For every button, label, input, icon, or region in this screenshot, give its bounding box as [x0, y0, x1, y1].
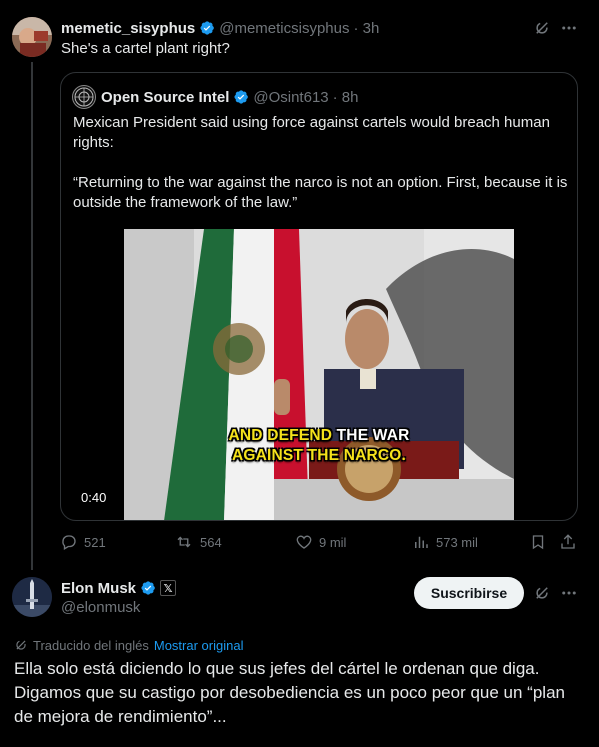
- share-button[interactable]: [559, 533, 577, 551]
- verified-badge-icon: [141, 581, 155, 595]
- bookmark-icon: [532, 535, 544, 550]
- action-bar: 521 564 9 mil 573 mil: [60, 533, 580, 555]
- subscribe-button[interactable]: Suscribirse: [414, 577, 524, 609]
- repost-button[interactable]: 564: [174, 533, 222, 551]
- verified-badge-icon: [234, 90, 249, 104]
- quote-handle[interactable]: @Osint613: [253, 89, 328, 106]
- quoted-tweet[interactable]: Open Source Intel @Osint613 · 8h Mexican…: [60, 72, 578, 521]
- thread-connector: [31, 62, 33, 570]
- repost-icon: [177, 536, 191, 548]
- share-icon: [561, 534, 575, 549]
- verified-badge-icon: [200, 21, 215, 35]
- avatar-open-source-intel[interactable]: [72, 85, 96, 109]
- more-options-icon[interactable]: [560, 19, 578, 37]
- video-player[interactable]: AND DEFEND THE WAR AGAINST THE NARCO.: [124, 229, 514, 520]
- post2-header: Elon Musk 𝕏: [61, 578, 177, 598]
- reply-button[interactable]: 521: [60, 533, 106, 551]
- grok-icon[interactable]: [533, 584, 551, 602]
- video-frame: [124, 229, 514, 520]
- grok-icon[interactable]: [533, 19, 551, 37]
- video-caption-line1: AND DEFEND THE WAR: [228, 427, 410, 444]
- heart-icon: [296, 535, 312, 549]
- like-count: 9 mil: [319, 534, 347, 550]
- video-duration: 0:40: [81, 490, 107, 505]
- quote-header: Open Source Intel @Osint613 · 8h: [101, 87, 358, 107]
- video-caption-line2: AGAINST THE NARCO.: [231, 447, 407, 464]
- quote-time[interactable]: · 8h: [333, 89, 359, 106]
- translation-notice: Traducido del inglés Mostrar original: [14, 637, 243, 653]
- views-button[interactable]: 573 mil: [412, 533, 478, 551]
- quote-text-1: Mexican President said using force again…: [73, 114, 550, 151]
- view-count: 573 mil: [436, 534, 478, 550]
- repost-count: 564: [200, 534, 222, 550]
- post1-header: memetic_sisyphus @memeticsisyphus · 3h: [61, 18, 379, 38]
- post1-text: She's a cartel plant right?: [61, 40, 230, 57]
- avatar-memetic-sisyphus[interactable]: [12, 17, 52, 57]
- x-affiliate-badge-icon[interactable]: 𝕏: [160, 580, 177, 596]
- reply-icon: [62, 535, 76, 550]
- bookmark-button[interactable]: [529, 533, 547, 551]
- more-options-icon[interactable]: [560, 584, 578, 602]
- show-original-link[interactable]: Mostrar original: [154, 638, 244, 653]
- quote-text-2: “Returning to the war against the narco …: [73, 174, 568, 211]
- reply-count: 521: [84, 534, 106, 550]
- post2-text: Ella solo está diciendo lo que sus jefes…: [14, 659, 565, 726]
- translated-label: Traducido del inglés: [33, 637, 149, 653]
- post2-handle[interactable]: @elonmusk: [61, 599, 140, 616]
- like-button[interactable]: 9 mil: [295, 533, 346, 551]
- avatar-elon-musk[interactable]: [12, 577, 52, 617]
- quote-display-name[interactable]: Open Source Intel: [101, 89, 229, 106]
- views-chart-icon: [415, 536, 428, 548]
- translate-icon: [16, 640, 26, 650]
- post1-display-name[interactable]: memetic_sisyphus: [61, 20, 195, 37]
- post1-time[interactable]: · 3h: [354, 20, 380, 37]
- post2-display-name[interactable]: Elon Musk: [61, 580, 136, 597]
- post1-handle[interactable]: @memeticsisyphus: [219, 20, 349, 37]
